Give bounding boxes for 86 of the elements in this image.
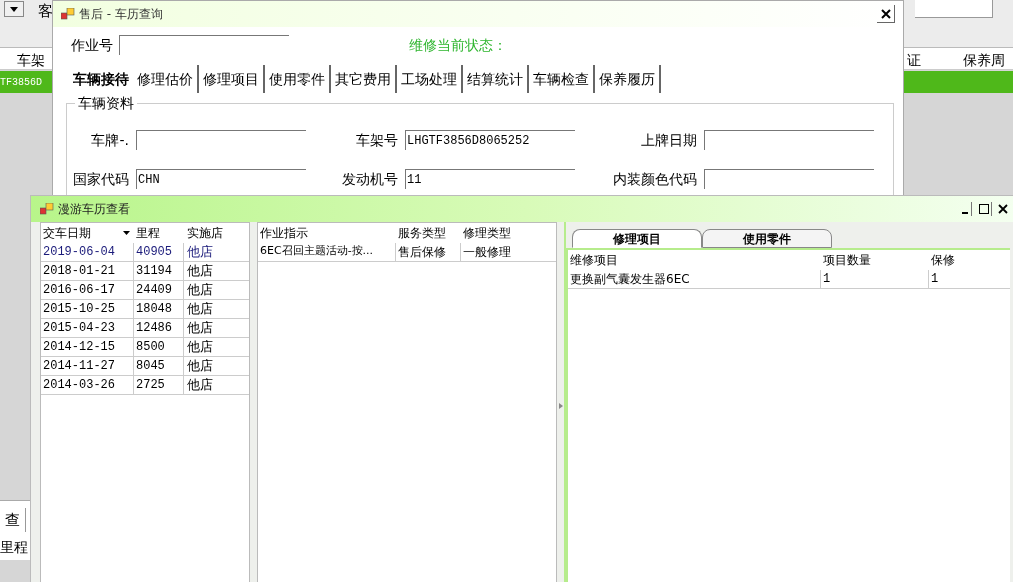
table-row[interactable]: 2015-04-23 12486 他店 bbox=[41, 319, 249, 338]
table-cell: 2014-03-26 bbox=[41, 376, 134, 394]
table-cell-text: 1 bbox=[930, 271, 939, 288]
table-cell: 12486 bbox=[134, 319, 184, 337]
table-row[interactable]: 2015-10-25 18048 他店 bbox=[41, 300, 249, 319]
splitter-arrow-icon bbox=[558, 402, 563, 409]
table-cell: 1 bbox=[821, 270, 929, 288]
input-field[interactable] bbox=[704, 169, 874, 189]
table-cell: 8500 bbox=[134, 338, 184, 356]
close-icon bbox=[998, 204, 1008, 214]
tab[interactable]: 使用零件 bbox=[702, 229, 832, 248]
table-row[interactable]: 更换副气囊发生器6EC 1 1 bbox=[568, 270, 1010, 289]
form-label: 客 bbox=[38, 1, 53, 22]
table-cell: 更换副气囊发生器6EC bbox=[568, 270, 821, 288]
table-cell: 2014-12-15 bbox=[41, 338, 134, 356]
table-row[interactable]: 2019-06-04 40905 他店 bbox=[41, 243, 249, 262]
table-cell-text: 一般修理 bbox=[462, 244, 511, 261]
field-label: 车牌-. bbox=[90, 131, 129, 150]
table-cell: 售后保修 bbox=[396, 243, 461, 261]
column-header: 服务类型 bbox=[397, 225, 447, 242]
table-cell: 8045 bbox=[134, 357, 184, 375]
column-header: 项目数量 bbox=[822, 252, 872, 269]
table-cell: 2725 bbox=[134, 376, 184, 394]
table-row[interactable]: 2014-11-27 8045 他店 bbox=[41, 357, 249, 376]
form-label: 里程 bbox=[0, 538, 29, 557]
table-row[interactable]: 2014-03-26 2725 他店 bbox=[41, 376, 249, 395]
close-icon bbox=[880, 8, 891, 19]
column-header: 证 bbox=[907, 51, 921, 70]
field-label: 车架号 bbox=[355, 131, 398, 150]
table-cell: 6EC召回主题活动-按... bbox=[258, 243, 396, 261]
input-field[interactable]: LHGTF3856D8065252 bbox=[405, 130, 575, 150]
table-cell-text: 他店 bbox=[186, 376, 213, 395]
table-cell: 2018-01-21 bbox=[41, 262, 134, 280]
column-header: 作业指示 bbox=[259, 225, 309, 242]
table-cell: 2019-06-04 bbox=[41, 243, 134, 261]
window-title: 漫游车历查看 bbox=[58, 201, 130, 218]
column-header: 里程 bbox=[135, 225, 161, 242]
table-cell-text: 他店 bbox=[186, 319, 213, 338]
column-header: 保养周 bbox=[963, 51, 1005, 70]
tab[interactable]: 修理项目 bbox=[572, 229, 702, 248]
field-label: 作业号 bbox=[71, 35, 113, 55]
close-button[interactable] bbox=[877, 5, 895, 23]
table-cell-text: TF3856D bbox=[0, 76, 42, 90]
input-field[interactable] bbox=[119, 35, 289, 55]
dropdown-button[interactable] bbox=[4, 1, 24, 17]
column-header: 保修 bbox=[930, 252, 955, 269]
dropdown-field[interactable] bbox=[915, 0, 993, 18]
table-cell-text: 他店 bbox=[186, 338, 213, 357]
table-cell: 31194 bbox=[134, 262, 184, 280]
sort-caret-icon bbox=[123, 231, 130, 235]
table-cell-text: 他店 bbox=[186, 281, 213, 300]
table-cell-text: 他店 bbox=[186, 300, 213, 319]
table-cell-text: 他店 bbox=[186, 262, 213, 281]
caret-icon bbox=[10, 6, 18, 12]
table-cell: 24409 bbox=[134, 281, 184, 299]
status-label: 维修当前状态： bbox=[409, 35, 507, 55]
table-cell: 18048 bbox=[134, 300, 184, 318]
column-header[interactable]: 交车日期 bbox=[41, 224, 134, 242]
column-header: 修理类型 bbox=[462, 225, 511, 242]
close-button[interactable] bbox=[996, 202, 1010, 216]
table-cell: 40905 bbox=[134, 243, 184, 261]
table-row[interactable]: 2018-01-21 31194 他店 bbox=[41, 262, 249, 281]
table-row[interactable]: 2014-12-15 8500 他店 bbox=[41, 338, 249, 357]
input-field[interactable] bbox=[704, 130, 874, 150]
column-header: 车架 bbox=[17, 51, 45, 70]
window-icon bbox=[40, 203, 54, 215]
input-field[interactable]: 11 bbox=[405, 169, 575, 189]
table-row[interactable]: 6EC召回主题活动-按... 售后保修 一般修理 bbox=[258, 243, 556, 262]
table-row[interactable]: 2016-06-17 24409 他店 bbox=[41, 281, 249, 300]
field-label: 上牌日期 bbox=[640, 131, 697, 150]
field-label: 发动机号 bbox=[341, 170, 398, 189]
table-cell-text: 他店 bbox=[186, 243, 213, 262]
field-label: 内装颜色代码 bbox=[612, 170, 697, 189]
input-field[interactable]: CHN bbox=[136, 169, 306, 189]
table-cell: 2015-10-25 bbox=[41, 300, 134, 318]
table-cell: 2015-04-23 bbox=[41, 319, 134, 337]
window-title: 售后 - 车历查询 bbox=[79, 6, 163, 23]
column-header: 实施店 bbox=[186, 225, 223, 242]
field-label: 国家代码 bbox=[72, 170, 129, 189]
table-cell: 2016-06-17 bbox=[41, 281, 134, 299]
window-icon bbox=[61, 8, 75, 20]
table-cell: 2014-11-27 bbox=[41, 357, 134, 375]
table-cell-text: 他店 bbox=[186, 357, 213, 376]
input-field[interactable] bbox=[136, 130, 306, 150]
column-header: 维修项目 bbox=[569, 252, 619, 269]
maximize-button[interactable] bbox=[976, 202, 992, 216]
